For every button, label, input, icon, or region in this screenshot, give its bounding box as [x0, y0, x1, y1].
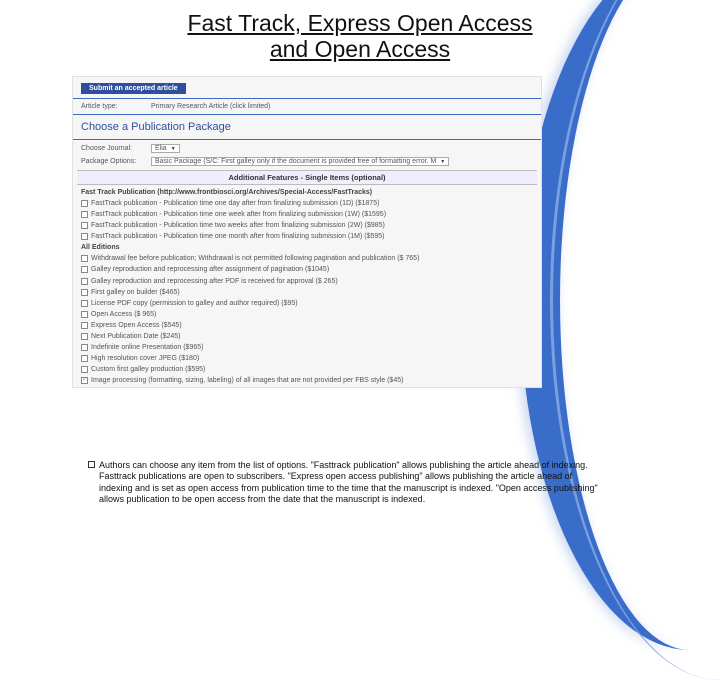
decorative-swoosh [520, 0, 720, 650]
choose-journal-label: Choose Journal: [81, 145, 145, 152]
option-label: Next Publication Date ($245) [91, 332, 181, 341]
decorative-swoosh-inner [550, 0, 720, 680]
checkbox[interactable] [81, 200, 88, 207]
edition-option: Next Publication Date ($245) [73, 331, 541, 342]
checkbox[interactable] [81, 344, 88, 351]
checkbox[interactable] [81, 311, 88, 318]
checkbox[interactable] [81, 222, 88, 229]
package-options-label: Package Options: [81, 158, 145, 165]
checkbox[interactable] [81, 322, 88, 329]
option-label: Withdrawal fee before publication; Withd… [91, 254, 419, 263]
edition-option: Withdrawal fee before publication; Withd… [73, 253, 541, 264]
additional-features-header: Additional Features - Single Items (opti… [77, 170, 537, 185]
package-options-row: Package Options: Basic Package (S/C: Fir… [73, 155, 541, 168]
option-label: Custom first galley production ($595) [91, 365, 205, 374]
option-label: FastTrack publication - Publication time… [91, 232, 384, 241]
checkbox[interactable] [81, 266, 88, 273]
footnote-text: Authors can choose any item from the lis… [99, 460, 608, 505]
edition-option: ✓Image processing (formatting, sizing, l… [73, 375, 541, 386]
edition-option: Galley reproduction and reprocessing aft… [73, 264, 541, 275]
bullet-icon [88, 461, 95, 468]
option-label: Galley reproduction and reprocessing aft… [91, 277, 338, 286]
edition-option: High resolution cover JPEG ($180) [73, 353, 541, 364]
option-label: FastTrack publication - Publication time… [91, 199, 379, 208]
article-type-value: Primary Research Article (click limited) [151, 103, 270, 110]
edition-option: License PDF copy (permission to galley a… [73, 298, 541, 309]
checkbox[interactable] [81, 255, 88, 262]
choose-journal-select[interactable]: Elia [151, 144, 180, 153]
option-label: Galley reproduction and reprocessing aft… [91, 265, 329, 274]
checkbox[interactable] [81, 366, 88, 373]
edition-option: Indefinite online Presentation ($965) [73, 342, 541, 353]
title-line-1: Fast Track, Express Open Access [187, 10, 532, 36]
option-label: Express Open Access ($545) [91, 321, 182, 330]
checkbox[interactable] [81, 278, 88, 285]
edition-option: Open Access ($ 965) [73, 309, 541, 320]
checkbox[interactable] [81, 211, 88, 218]
checkbox[interactable]: ✓ [81, 377, 88, 384]
footnote: Authors can choose any item from the lis… [88, 460, 608, 505]
checkbox[interactable] [81, 233, 88, 240]
checkbox[interactable] [81, 300, 88, 307]
all-editions-section-header: All Editions [73, 242, 541, 253]
title-line-2: and Open Access [270, 36, 450, 62]
edition-options: Withdrawal fee before publication; Withd… [73, 253, 541, 386]
choose-journal-row: Choose Journal: Elia [73, 142, 541, 155]
article-type-label: Article type: [81, 103, 145, 110]
fast-track-options: FastTrack publication - Publication time… [73, 198, 541, 242]
edition-option: First galley on builder ($465) [73, 287, 541, 298]
fast-track-section-header: Fast Track Publication (http://www.front… [73, 187, 541, 198]
fast-track-option: FastTrack publication - Publication time… [73, 220, 541, 231]
checkbox[interactable] [81, 333, 88, 340]
option-label: Indefinite online Presentation ($965) [91, 343, 203, 352]
fast-track-option: FastTrack publication - Publication time… [73, 198, 541, 209]
edition-option: Galley reproduction and reprocessing aft… [73, 276, 541, 287]
divider [73, 114, 541, 115]
fast-track-option: FastTrack publication - Publication time… [73, 231, 541, 242]
edition-option: Express Open Access ($545) [73, 320, 541, 331]
publication-package-panel: Submit an accepted article Article type:… [72, 76, 542, 388]
fast-track-option: FastTrack publication - Publication time… [73, 209, 541, 220]
submit-accepted-article-button[interactable]: Submit an accepted article [81, 83, 186, 94]
option-label: High resolution cover JPEG ($180) [91, 354, 199, 363]
option-label: First galley on builder ($465) [91, 288, 180, 297]
checkbox[interactable] [81, 355, 88, 362]
option-label: Open Access ($ 965) [91, 310, 156, 319]
edition-option: Custom first galley production ($595) [73, 364, 541, 375]
option-label: License PDF copy (permission to galley a… [91, 299, 298, 308]
choose-package-heading: Choose a Publication Package [73, 117, 541, 137]
package-options-select[interactable]: Basic Package (S/C: First galley only if… [151, 157, 449, 166]
option-label: Image processing (formatting, sizing, la… [91, 376, 403, 385]
divider [73, 98, 541, 99]
option-label: FastTrack publication - Publication time… [91, 210, 386, 219]
divider [73, 139, 541, 140]
page-title: Fast Track, Express Open Access and Open… [0, 0, 720, 63]
article-type-row: Article type: Primary Research Article (… [73, 101, 541, 112]
checkbox[interactable] [81, 289, 88, 296]
option-label: FastTrack publication - Publication time… [91, 221, 385, 230]
